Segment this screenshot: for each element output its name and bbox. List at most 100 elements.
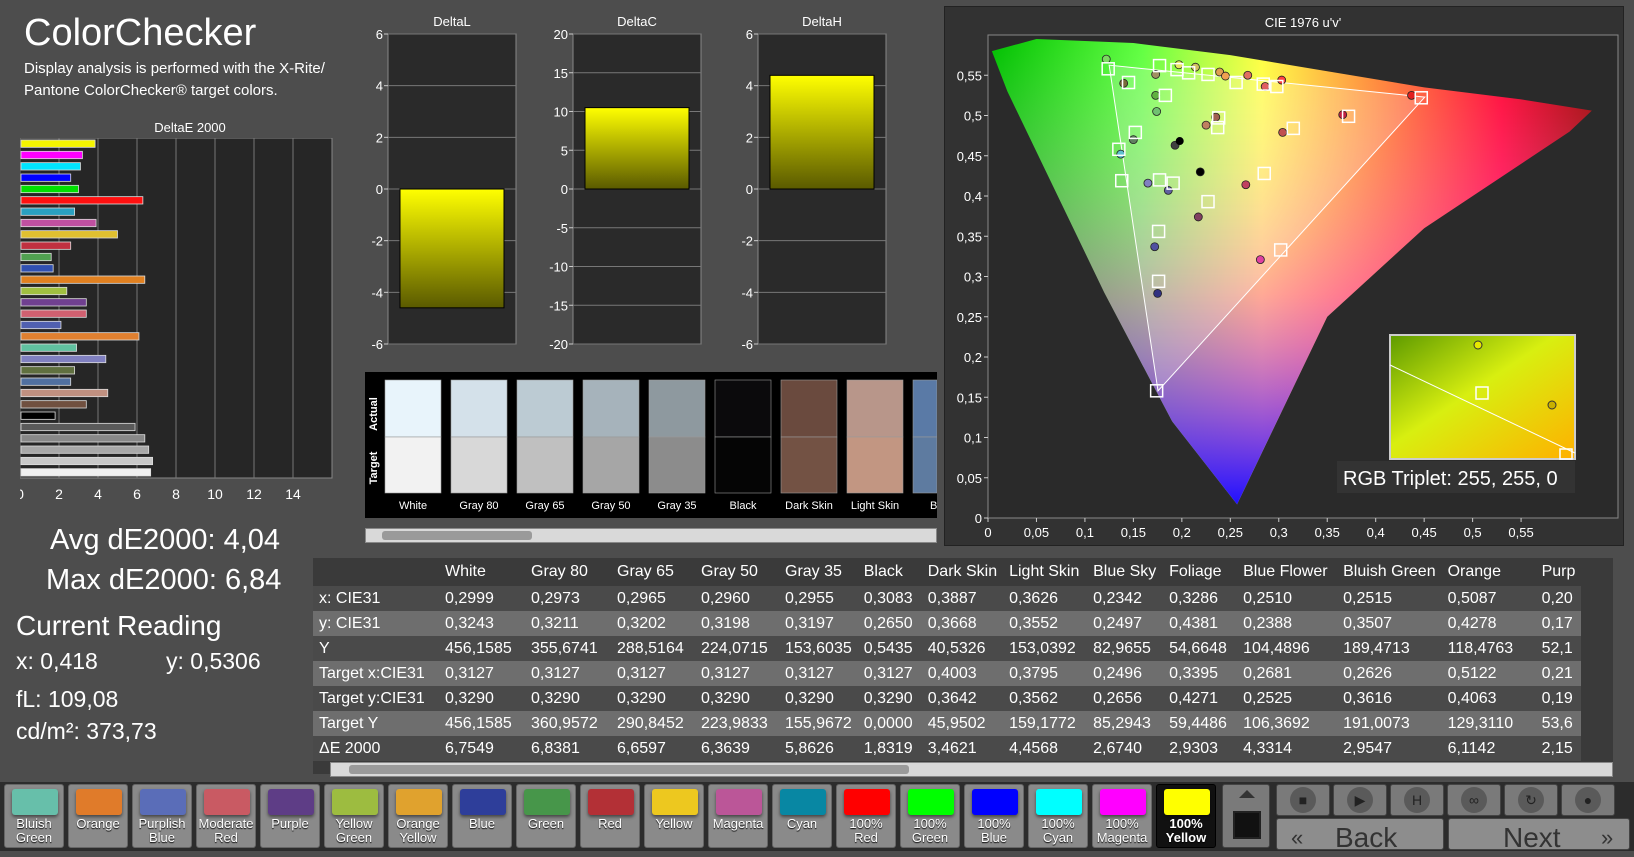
patch-button-cyan[interactable]: Cyan	[772, 784, 832, 848]
patch-button-100-red[interactable]: 100% Red	[836, 784, 896, 848]
delta-ytick: 6	[746, 27, 753, 42]
swatch-scrollbar[interactable]	[365, 528, 937, 543]
table-cell: 360,9572	[525, 711, 611, 736]
table-cell: 0,4381	[1163, 611, 1238, 636]
delta-chart-title: DeltaH	[802, 14, 842, 29]
next-button[interactable]: Next »	[1448, 818, 1630, 853]
table-row: ΔE 2000 6,7549 6,8381 6,6597 6,3639 5,8626 1,8…	[313, 736, 1582, 761]
patch-button-red[interactable]: Red	[580, 784, 640, 848]
swatch-actual	[516, 379, 574, 438]
swatch-target	[648, 436, 706, 494]
table-column-header: Blue Flower	[1243, 563, 1328, 580]
table-cell: 0,2497	[1087, 611, 1164, 636]
swatch-scroll-thumb[interactable]	[382, 531, 532, 540]
table-cell: 0,4278	[1441, 611, 1536, 636]
patch-button-yellow[interactable]: Yellow	[644, 784, 704, 848]
patch-button-100-yellow[interactable]: 100% Yellow	[1156, 784, 1216, 848]
cie-actual-point	[1128, 135, 1138, 145]
loop-button[interactable]: ∞	[1447, 784, 1501, 816]
table-column-header: Gray 80	[531, 563, 588, 580]
deltae-bar	[20, 422, 136, 432]
deltae-bar	[20, 184, 79, 194]
patch-button-100-green[interactable]: 100% Green	[900, 784, 960, 848]
table-row-label: y: CIE31	[313, 611, 439, 636]
table-scrollbar[interactable]	[330, 762, 1613, 777]
swatch-actual-label: Actual	[368, 397, 380, 431]
patch-label: 100% Green	[911, 816, 949, 845]
deltae-xtick: 10	[207, 486, 223, 502]
table-cell: 0,3290	[611, 686, 695, 711]
back-button[interactable]: « Back	[1276, 818, 1444, 853]
table-column-header: White	[445, 563, 486, 580]
patch-button-100-cyan[interactable]: 100% Cyan	[1028, 784, 1088, 848]
back-label: Back	[1335, 822, 1398, 853]
delta-ytick: 4	[746, 79, 753, 94]
patch-scroll-control[interactable]	[1222, 784, 1270, 848]
table-cell: 0,20	[1535, 586, 1582, 611]
patch-button-yellow-green[interactable]: Yellow Green	[324, 784, 384, 848]
table-row: y: CIE31 0,3243 0,3211 0,3202 0,3198 0,3197 0,…	[313, 611, 1582, 636]
deltae-bar	[20, 377, 72, 386]
up-arrow-icon[interactable]	[1239, 790, 1255, 798]
table-scroll-thumb[interactable]	[349, 765, 909, 774]
table-cell: 0,2525	[1237, 686, 1338, 711]
patch-button-bluish-green[interactable]: Bluish Green	[4, 784, 64, 848]
delta-ytick: 2	[376, 130, 383, 145]
swatch-panel: Actual Target White Gray 80 Gray 65 Gray 50 Gr…	[365, 372, 952, 518]
current-x: x: 0,418	[16, 648, 98, 674]
table-cell: 106,3692	[1237, 711, 1338, 736]
swatch-actual	[582, 379, 640, 438]
table-cell: 129,3110	[1441, 711, 1536, 736]
table-cell: 0,3552	[1003, 611, 1088, 636]
table-cell: 288,5164	[611, 636, 695, 661]
deltae-bar	[20, 252, 52, 262]
table-cell: 6,7549	[439, 736, 525, 761]
swatch-label: Black	[730, 500, 757, 512]
loop-icon: ∞	[1461, 787, 1487, 813]
table-cell: 5,8626	[779, 736, 858, 761]
deltae-bar	[20, 298, 87, 307]
patch-button-purplish-blue[interactable]: Purplish Blue	[132, 784, 192, 848]
cie-xtick: 0,3	[1270, 525, 1288, 540]
cie-actual-point	[1407, 90, 1416, 100]
table-cell: 224,0715	[695, 636, 779, 661]
refresh-button[interactable]: ↻	[1504, 784, 1558, 816]
stop-record-button[interactable]: ■	[1276, 784, 1330, 816]
stop-icon[interactable]	[1233, 811, 1261, 839]
settings-button[interactable]: ●	[1561, 784, 1615, 816]
patch-button-orange[interactable]: Orange	[68, 784, 128, 848]
table-cell: 0,5087	[1441, 586, 1536, 611]
table-cell: 82,9655	[1087, 636, 1164, 661]
patch-button-orange-yellow[interactable]: Orange Yellow	[388, 784, 448, 848]
play-icon: ▶	[1347, 787, 1373, 813]
patch-button-moderate-red[interactable]: Moderate Red	[196, 784, 256, 848]
table-cell: 4,4568	[1003, 736, 1088, 761]
table-cell: 3,4621	[921, 736, 1004, 761]
delta-ytick: 20	[554, 27, 568, 42]
table-cell: 40,5326	[921, 636, 1004, 661]
max-de2000: Max dE2000: 6,84	[46, 564, 282, 596]
patch-button-100-blue[interactable]: 100% Blue	[964, 784, 1024, 848]
cie-actual-point	[1101, 54, 1111, 64]
patch-button-green[interactable]: Green	[516, 784, 576, 848]
patch-button-purple[interactable]: Purple	[260, 784, 320, 848]
next-label: Next	[1503, 822, 1561, 853]
hold-button[interactable]: H	[1390, 784, 1444, 816]
table-cell: 0,2656	[1087, 686, 1164, 711]
table-row: Target y:CIE31 0,3290 0,3290 0,3290 0,3290 0,…	[313, 686, 1582, 711]
play-button[interactable]: ▶	[1333, 784, 1387, 816]
table-cell: 155,9672	[779, 711, 858, 736]
patch-color-chip	[588, 789, 634, 815]
cie-actual-point	[1221, 71, 1230, 81]
table-cell: 0,5122	[1441, 661, 1536, 686]
swatch-target-label: Target	[368, 451, 380, 484]
patch-color-chip	[460, 789, 506, 815]
patch-button-blue[interactable]: Blue	[452, 784, 512, 848]
cie-actual-point	[1150, 242, 1160, 252]
patch-button-magenta[interactable]: Magenta	[708, 784, 768, 848]
patch-button-100-magenta[interactable]: 100% Magenta	[1092, 784, 1152, 848]
patch-color-chip	[908, 789, 954, 815]
patch-label: 100% Yellow	[1165, 816, 1207, 845]
patch-color-chip	[844, 789, 890, 815]
patch-color-chip	[972, 789, 1018, 815]
